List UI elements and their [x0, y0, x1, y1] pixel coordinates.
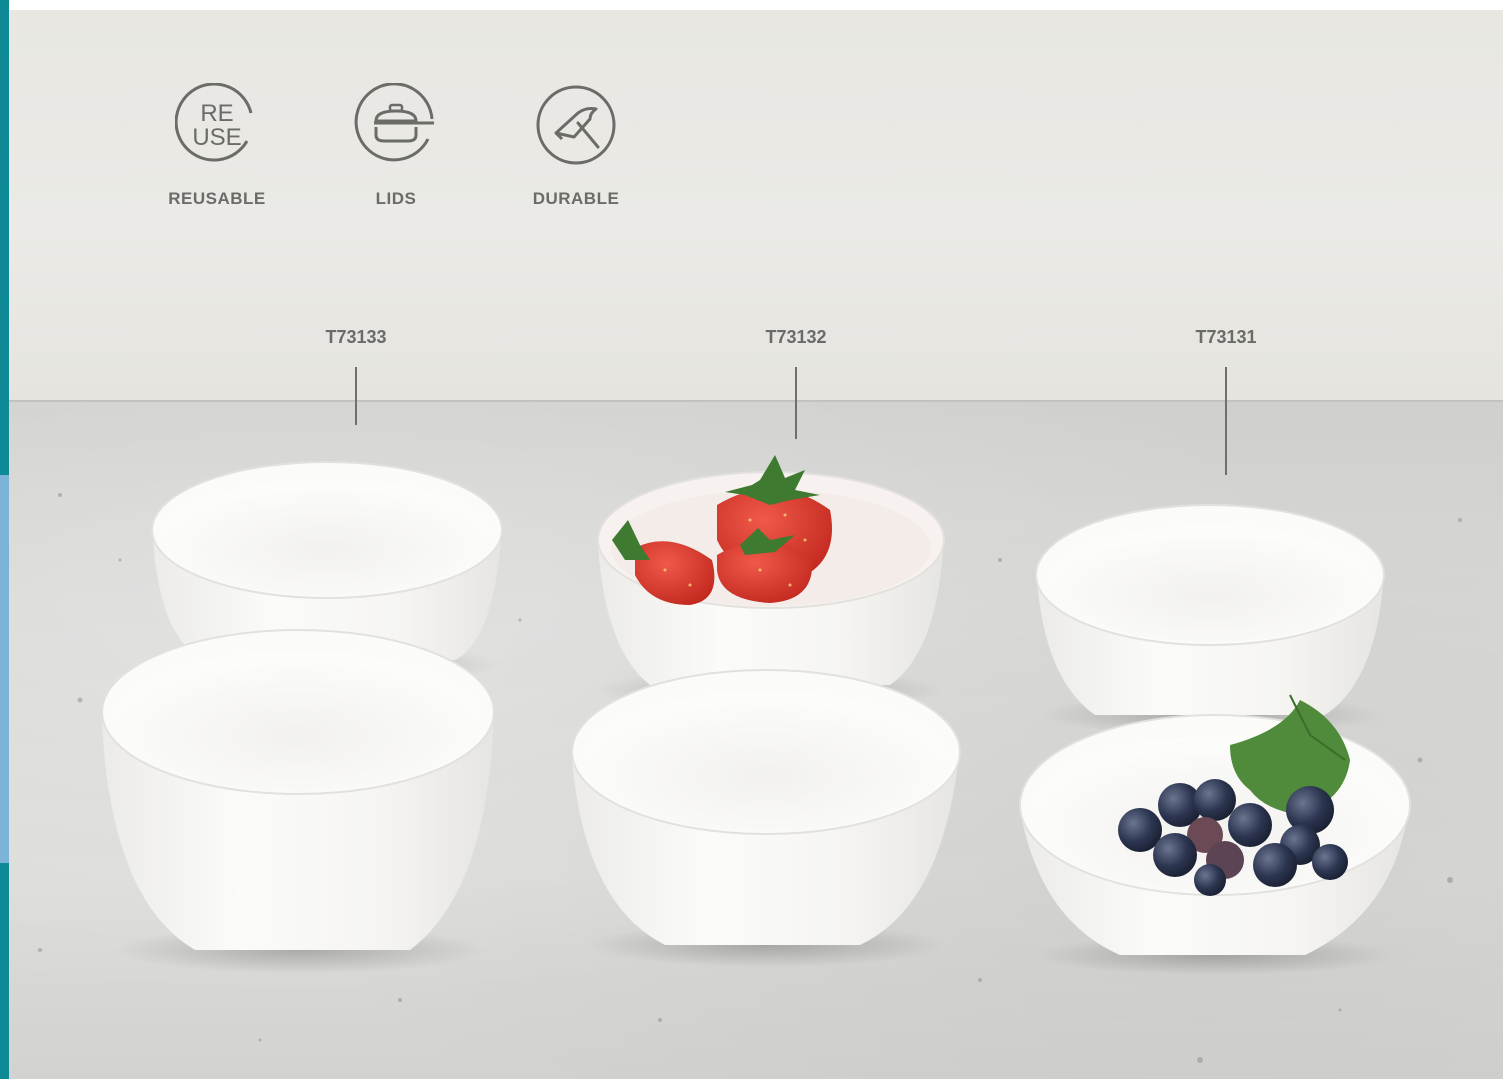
lidded-container-icon	[354, 82, 438, 167]
bowl-t73133-front	[101, 629, 495, 974]
bowl-t73132-front	[571, 669, 961, 967]
bowl-t73131-back	[1035, 504, 1385, 735]
feature-durable: DURABLE	[506, 83, 646, 209]
reuse-icon-text-top: RE	[200, 100, 233, 127]
hammer-icon	[534, 83, 618, 167]
product-code-t73132: T73132	[765, 327, 827, 347]
reuse-icon-text-bottom: USE	[192, 124, 241, 151]
reuse-icon: RE USE	[174, 82, 259, 167]
feature-label: LIDS	[375, 189, 417, 208]
feature-label: DURABLE	[532, 189, 620, 208]
catalog-page: RE USE REUSABLE LIDS DURABLE T73133 T731…	[0, 0, 1503, 1079]
feature-lids: LIDS	[326, 82, 466, 209]
product-code-t73131: T73131	[1195, 327, 1257, 347]
feature-reusable: RE USE REUSABLE	[147, 82, 287, 209]
leader-line	[355, 367, 357, 425]
leader-line	[795, 367, 797, 439]
leader-line	[1225, 367, 1227, 475]
product-code-t73133: T73133	[325, 327, 387, 347]
feature-label: REUSABLE	[168, 189, 266, 208]
